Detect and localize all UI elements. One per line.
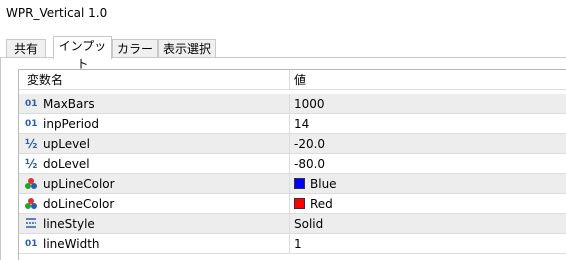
color-icon xyxy=(25,178,37,190)
color-swatch xyxy=(294,178,305,189)
variable-cell: 01 MaxBars xyxy=(19,94,290,114)
value-text: -80.0 xyxy=(294,157,326,171)
tab-colors[interactable]: カラー xyxy=(112,39,158,57)
value-cell[interactable]: Red xyxy=(290,194,566,214)
fraction-icon: ½ xyxy=(25,157,38,171)
column-header-value[interactable]: 値 xyxy=(290,70,566,90)
variable-name: doLineColor xyxy=(43,197,115,211)
parameters-grid: 変数名 値 01 MaxBars 1000 01 inpPeriod 14 ½ … xyxy=(18,69,566,260)
variable-cell: ½ upLevel xyxy=(19,134,290,154)
value-text: Blue xyxy=(310,177,337,191)
table-row[interactable]: 01 MaxBars 1000 xyxy=(19,94,566,114)
variable-cell: 01 inpPeriod xyxy=(19,114,290,134)
variable-name: upLineColor xyxy=(43,177,115,191)
variable-name: upLevel xyxy=(43,137,90,151)
variable-name: lineStyle xyxy=(43,217,95,231)
variable-name: inpPeriod xyxy=(43,117,99,131)
table-row[interactable]: doLineColor Red xyxy=(19,194,566,214)
tab-visualization[interactable]: 表示選択 xyxy=(158,39,216,57)
grid-header: 変数名 値 xyxy=(19,70,566,90)
line-style-icon xyxy=(25,217,37,231)
integer-icon: 01 xyxy=(25,239,38,249)
color-icon xyxy=(25,198,37,210)
integer-icon: 01 xyxy=(25,99,38,109)
variable-cell: lineStyle xyxy=(19,214,290,234)
column-header-variable[interactable]: 変数名 xyxy=(19,70,290,90)
inputs-panel: 変数名 値 01 MaxBars 1000 01 inpPeriod 14 ½ … xyxy=(0,58,566,260)
tab-bar: 共有 インプット カラー 表示選択 xyxy=(0,36,566,71)
tab-common[interactable]: 共有 xyxy=(6,39,46,57)
tab-inputs[interactable]: インプット xyxy=(53,36,112,71)
value-text: 14 xyxy=(294,117,310,131)
value-cell[interactable]: -20.0 xyxy=(290,134,566,154)
table-row[interactable]: ½ upLevel -20.0 xyxy=(19,134,566,154)
value-cell[interactable]: Blue xyxy=(290,174,566,194)
value-cell[interactable]: 1000 xyxy=(290,94,566,114)
table-row[interactable]: 01 lineWidth 1 xyxy=(19,234,566,254)
window-title: WPR_Vertical 1.0 xyxy=(6,6,108,20)
table-row[interactable]: 01 inpPeriod 14 xyxy=(19,114,566,134)
value-text: -20.0 xyxy=(294,137,326,151)
value-text: Solid xyxy=(294,217,324,231)
variable-cell: ½ doLevel xyxy=(19,154,290,174)
value-cell[interactable]: Solid xyxy=(290,214,566,234)
value-cell[interactable]: -80.0 xyxy=(290,154,566,174)
table-row[interactable]: lineStyle Solid xyxy=(19,214,566,234)
variable-name: doLevel xyxy=(43,157,90,171)
color-swatch xyxy=(294,198,305,209)
variable-cell: doLineColor xyxy=(19,194,290,214)
variable-cell: 01 lineWidth xyxy=(19,234,290,254)
value-cell[interactable]: 14 xyxy=(290,114,566,134)
value-text: Red xyxy=(310,197,333,211)
value-text: 1000 xyxy=(294,97,325,111)
variable-name: MaxBars xyxy=(43,97,95,111)
value-text: 1 xyxy=(294,237,302,251)
fraction-icon: ½ xyxy=(25,137,38,151)
table-row[interactable]: ½ doLevel -80.0 xyxy=(19,154,566,174)
integer-icon: 01 xyxy=(25,119,38,129)
table-row[interactable]: upLineColor Blue xyxy=(19,174,566,194)
variable-name: lineWidth xyxy=(43,237,100,251)
variable-cell: upLineColor xyxy=(19,174,290,194)
value-cell[interactable]: 1 xyxy=(290,234,566,254)
